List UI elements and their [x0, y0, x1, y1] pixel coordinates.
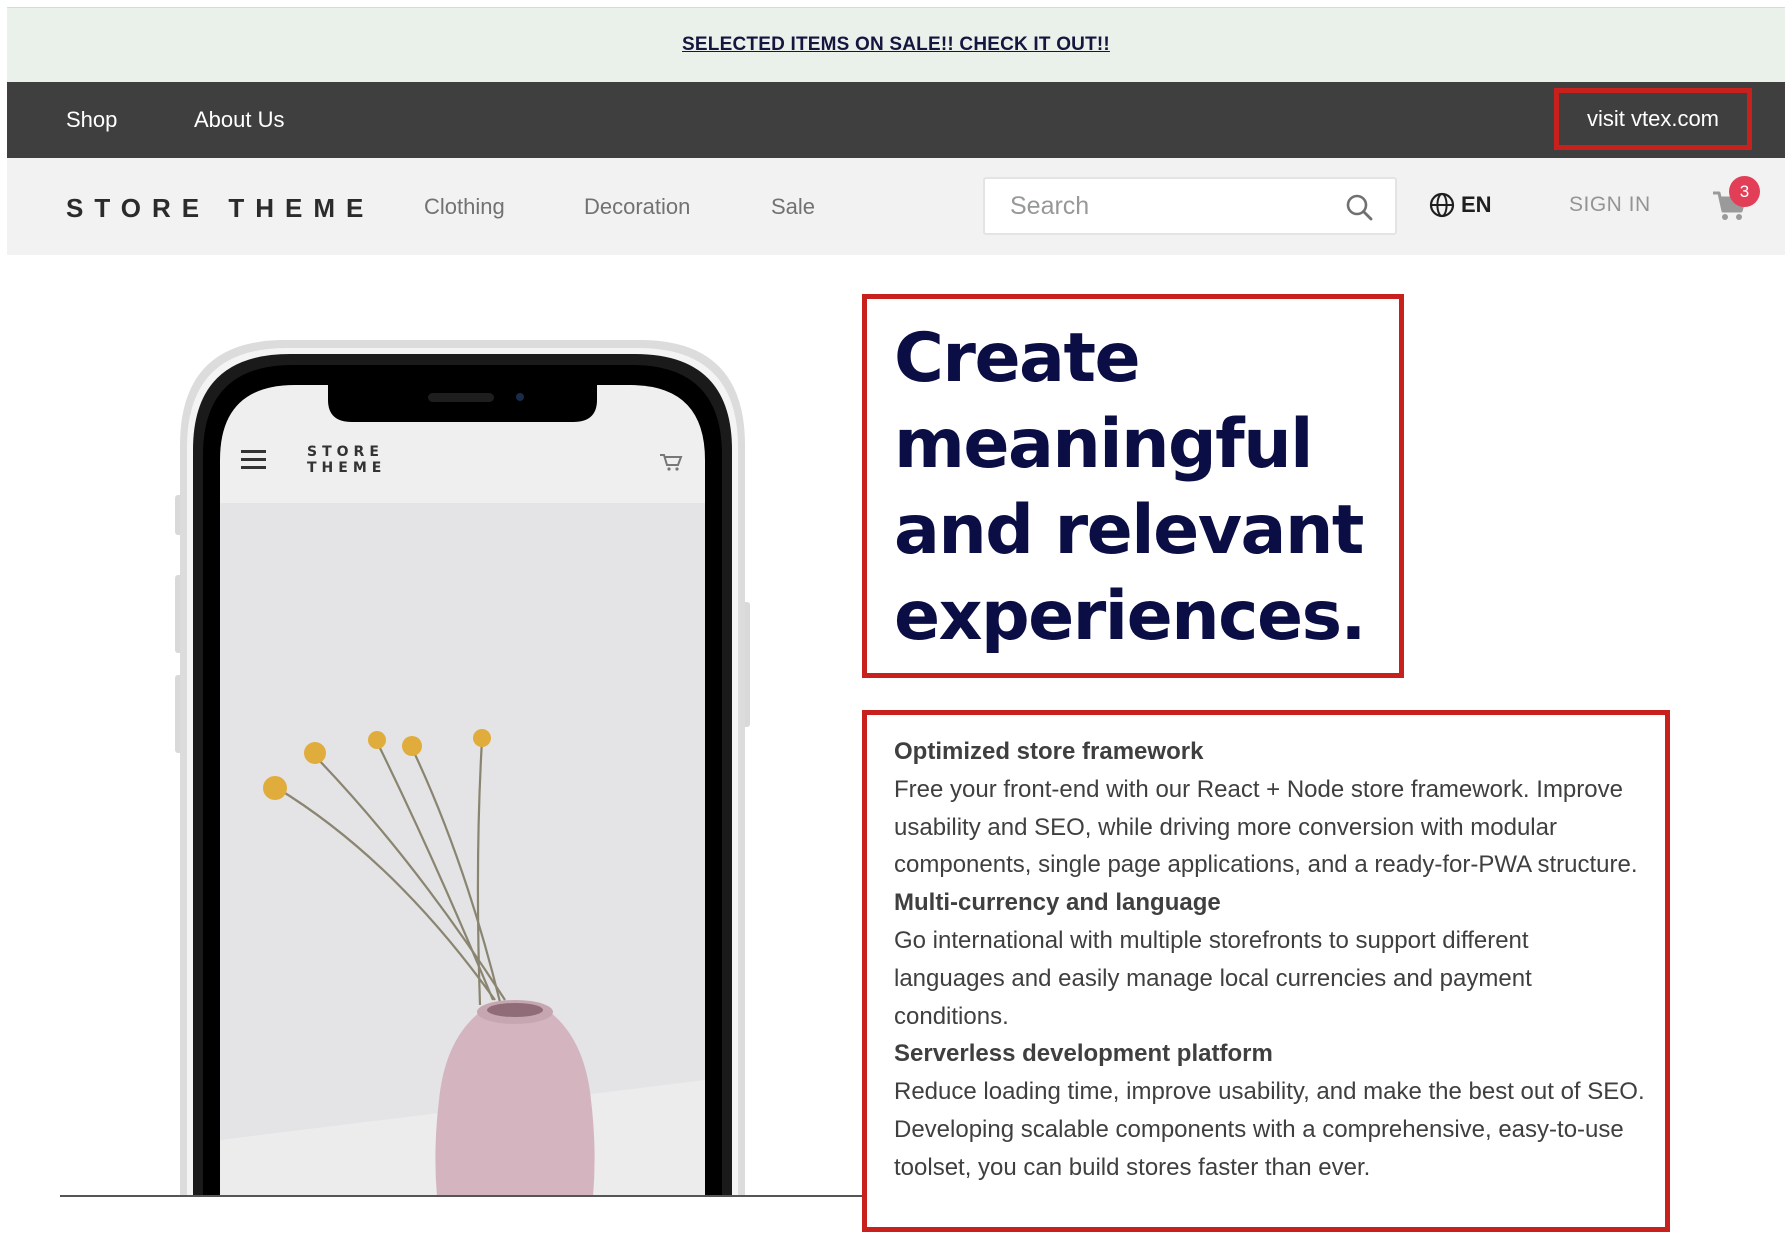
language-selector[interactable]: EN — [1429, 192, 1492, 218]
headline-line-3: and relevant — [894, 491, 1364, 570]
ground-line — [60, 1195, 864, 1197]
phone-mockup-image: STORE THEME — [175, 340, 750, 1197]
search-icon[interactable] — [1345, 193, 1373, 221]
top-nav: Shop About Us visit vtex.com — [7, 82, 1785, 158]
visit-vtex-link[interactable]: visit vtex.com — [1587, 106, 1719, 132]
feature-text: Go international with multiple storefron… — [894, 927, 1532, 1030]
headline-line-1: Create — [894, 319, 1141, 398]
store-header: STORE THEME Clothing Decoration Sale EN … — [7, 158, 1785, 255]
feature-text: Reduce loading time, improve usability, … — [894, 1078, 1645, 1181]
search-box — [983, 177, 1397, 235]
top-nav-about-link[interactable]: About Us — [194, 107, 285, 133]
promo-link[interactable]: SELECTED ITEMS ON SALE!! CHECK IT OUT!! — [682, 34, 1110, 56]
hero-headline: Create meaningful and relevant experienc… — [894, 316, 1399, 660]
top-nav-shop-link[interactable]: Shop — [66, 107, 117, 133]
promo-bar: SELECTED ITEMS ON SALE!! CHECK IT OUT!! — [7, 7, 1785, 82]
headline-line-2: meaningful — [894, 405, 1313, 484]
features-highlight: Optimized store framework Free your fron… — [862, 710, 1670, 1232]
language-label: EN — [1461, 192, 1492, 217]
phone-logo-line1: STORE — [307, 444, 384, 460]
feature-title: Multi-currency and language — [894, 889, 1221, 917]
feature-title: Optimized store framework — [894, 738, 1204, 765]
category-clothing[interactable]: Clothing — [424, 194, 505, 220]
feature-item: Serverless development platform Reduce l… — [894, 1035, 1645, 1186]
feature-title: Serverless development platform — [894, 1040, 1273, 1068]
cart-count-badge: 3 — [1729, 176, 1760, 207]
store-logo[interactable]: STORE THEME — [66, 193, 374, 224]
headline-highlight: Create meaningful and relevant experienc… — [862, 294, 1404, 678]
phone-logo-line2: THEME — [307, 460, 386, 476]
search-input[interactable] — [1010, 191, 1330, 221]
globe-icon — [1429, 192, 1455, 218]
feature-text: Free your front-end with our React + Nod… — [894, 776, 1638, 879]
headline-line-4: experiences. — [894, 577, 1366, 656]
visit-vtex-highlight: visit vtex.com — [1554, 88, 1752, 150]
feature-item: Multi-currency and language Go internati… — [894, 884, 1645, 1035]
category-sale[interactable]: Sale — [771, 194, 815, 220]
category-decoration[interactable]: Decoration — [584, 194, 690, 220]
feature-item: Optimized store framework Free your fron… — [894, 733, 1645, 884]
menu-icon — [241, 450, 266, 469]
sign-in-link[interactable]: SIGN IN — [1569, 193, 1651, 217]
